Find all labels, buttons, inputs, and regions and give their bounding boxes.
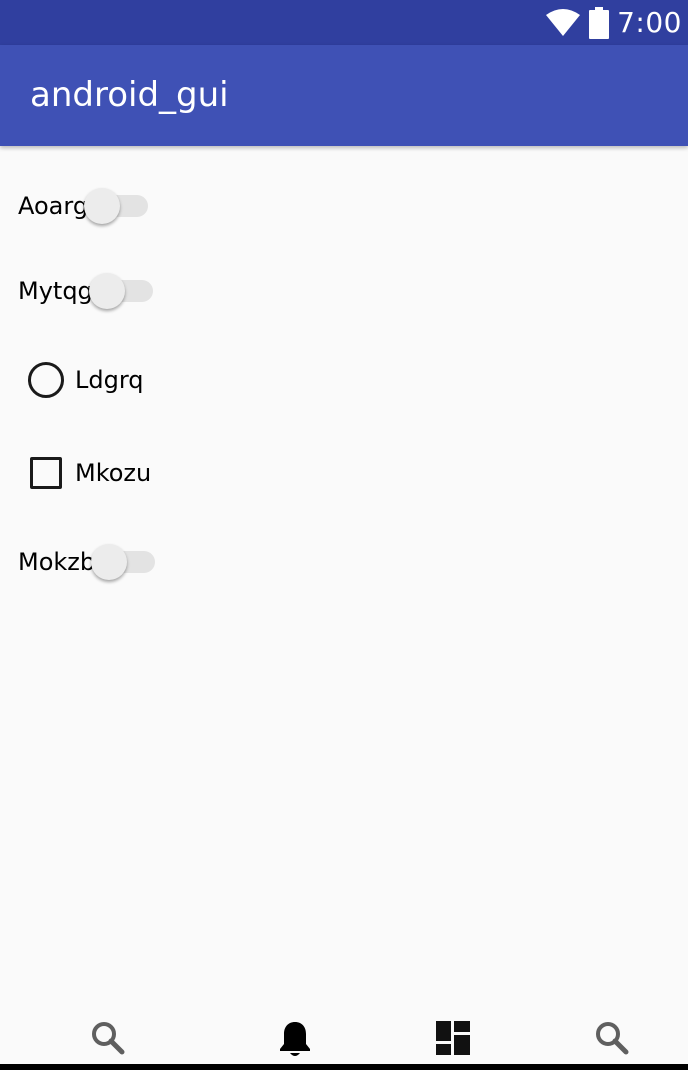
battery-icon xyxy=(589,6,610,39)
checkbox-row-mkozu[interactable]: Mkozu xyxy=(28,451,151,495)
search-icon xyxy=(90,1020,126,1061)
bottom-navigation xyxy=(0,1006,688,1070)
navigation-bar-edge xyxy=(0,1064,688,1070)
status-bar: 7:00 xyxy=(0,0,688,45)
radio-row-ldgrq[interactable]: Ldgrq xyxy=(28,358,144,402)
dashboard-icon xyxy=(435,1020,471,1061)
app-title: android_gui xyxy=(30,75,229,115)
switch-aoarg[interactable] xyxy=(84,186,150,226)
radio-button-ldgrq[interactable] xyxy=(28,362,64,398)
status-icons: 7:00 xyxy=(545,0,682,45)
switch-thumb xyxy=(88,273,125,309)
radio-label-ldgrq: Ldgrq xyxy=(75,366,144,394)
wifi-icon xyxy=(545,8,581,37)
nav-item-dashboard[interactable] xyxy=(428,1020,478,1070)
switch-row-mokzb[interactable]: Mokzb xyxy=(18,537,157,587)
status-time: 7:00 xyxy=(617,6,682,39)
switch-label-mokzb: Mokzb xyxy=(18,548,96,576)
switch-thumb xyxy=(91,544,128,580)
switch-mokzb[interactable] xyxy=(91,542,157,582)
nav-item-search[interactable] xyxy=(83,1020,133,1070)
app-bar: android_gui xyxy=(0,45,688,146)
checkbox-mkozu[interactable] xyxy=(30,457,62,489)
nav-item-notifications[interactable] xyxy=(270,1020,320,1070)
switch-label-aoarg: Aoarg xyxy=(18,192,89,220)
nav-item-search-2[interactable] xyxy=(587,1020,637,1070)
switch-mytqg[interactable] xyxy=(88,271,155,311)
switch-row-mytqg[interactable]: Mytqg xyxy=(18,266,155,316)
checkbox-label-mkozu: Mkozu xyxy=(75,459,152,487)
switch-label-mytqg: Mytqg xyxy=(18,277,93,305)
switch-row-aoarg[interactable]: Aoarg xyxy=(18,181,150,231)
content-area: Aoarg Mytqg Ldgrq Mkozu Mokzb xyxy=(0,146,688,1006)
bell-icon xyxy=(278,1020,312,1063)
switch-thumb xyxy=(84,188,121,224)
search-icon xyxy=(594,1020,630,1061)
